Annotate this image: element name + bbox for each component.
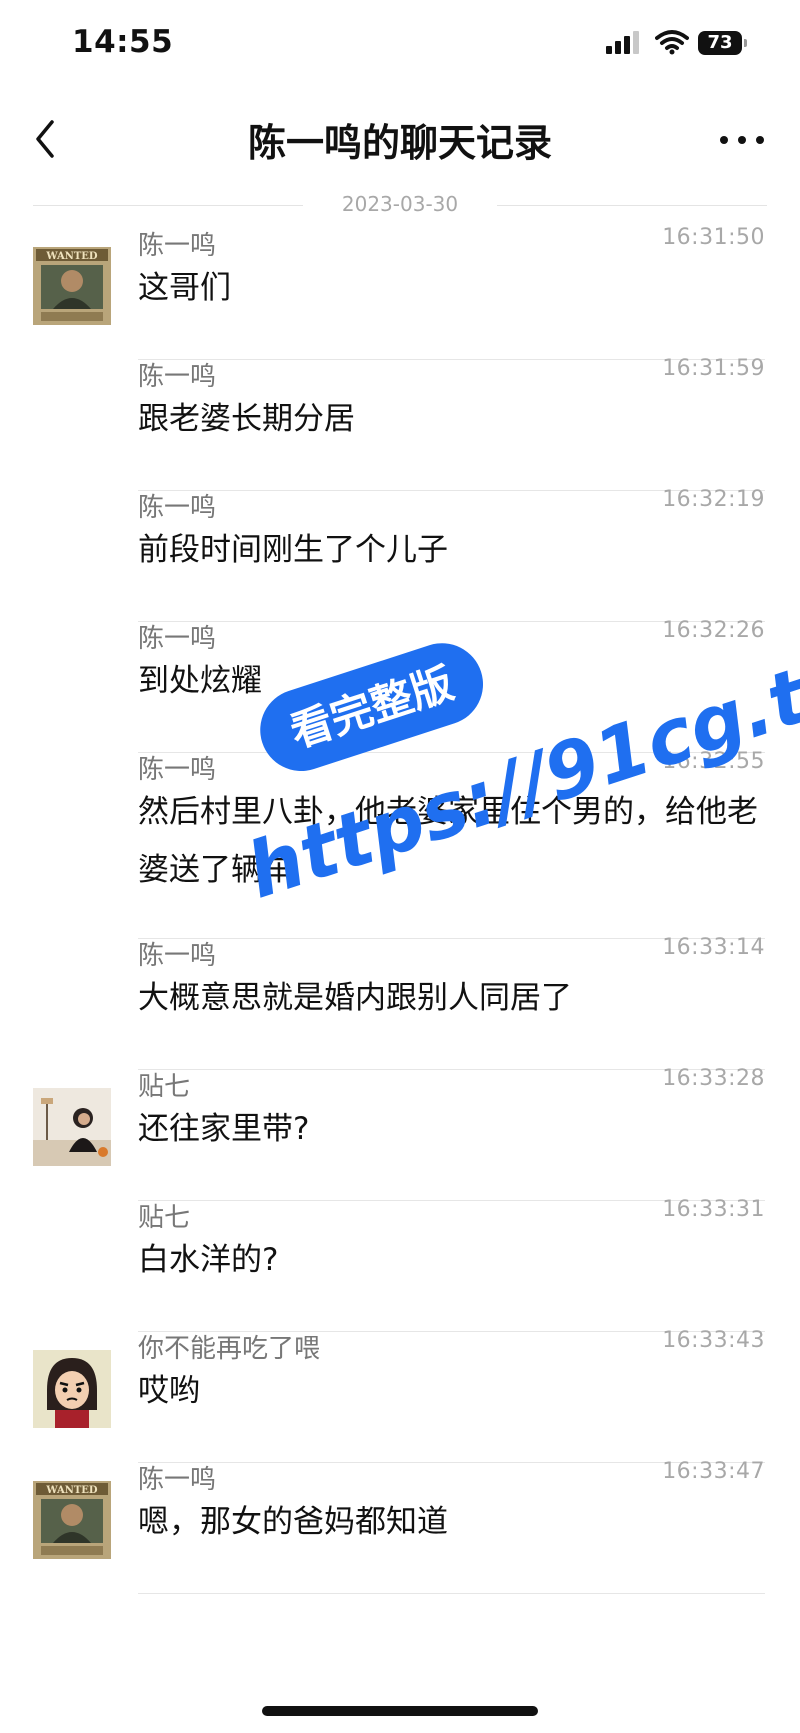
message-time: 16:31:50 — [662, 225, 765, 250]
message-time: 16:32:19 — [662, 487, 765, 512]
battery-indicator: 73 — [698, 31, 748, 55]
message-text: 到处炫耀 — [138, 663, 262, 699]
battery-level: 73 — [698, 31, 742, 55]
message-divider — [138, 1593, 765, 1594]
message-time: 16:33:28 — [662, 1066, 765, 1091]
message-item[interactable]: WANTED 陈一鸣 16:33:47 嗯，那女的爸妈都知道 — [0, 1459, 800, 1594]
sender-name: 陈一鸣 — [138, 755, 217, 785]
message-text: 这哥们 — [138, 270, 231, 306]
message-text: 大概意思就是婚内跟别人同居了 — [138, 980, 572, 1016]
wanted-poster-avatar[interactable]: WANTED — [33, 247, 111, 325]
message-item[interactable]: 陈一鸣 16:31:59 跟老婆长期分居 — [0, 356, 800, 491]
message-item[interactable]: 陈一鸣 16:32:26 到处炫耀 — [0, 618, 800, 753]
sender-name: 陈一鸣 — [138, 493, 217, 523]
message-text: 前段时间刚生了个儿子 — [138, 532, 448, 568]
status-bar: 14:55 73 — [0, 0, 800, 92]
more-options-icon[interactable] — [718, 134, 766, 146]
message-time: 16:32:55 — [662, 749, 765, 774]
message-time: 16:31:59 — [662, 356, 765, 381]
status-time: 14:55 — [72, 24, 174, 60]
message-time: 16:33:31 — [662, 1197, 765, 1222]
sender-name: 陈一鸣 — [138, 362, 217, 392]
message-text: 嗯，那女的爸妈都知道 — [138, 1504, 448, 1540]
message-time: 16:33:43 — [662, 1328, 765, 1353]
sender-name: 陈一鸣 — [138, 231, 217, 261]
message-item[interactable]: 贴七 16:33:31 白水洋的? — [0, 1197, 800, 1332]
battery-tip — [744, 39, 747, 47]
message-text: 然后村里八卦，他老婆家里住个男的，给他老婆送了辆车 — [138, 794, 758, 888]
cartoon-character-avatar[interactable] — [33, 1350, 111, 1428]
message-text: 跟老婆长期分居 — [138, 401, 355, 437]
sender-name: 贴七 — [138, 1203, 191, 1233]
date-separator: 2023-03-30 — [0, 190, 800, 220]
message-item[interactable]: 贴七 16:33:28 还往家里带? — [0, 1066, 800, 1201]
message-item[interactable]: 你不能再吃了喂 16:33:43 哎哟 — [0, 1328, 800, 1463]
date-label: 2023-03-30 — [341, 192, 459, 216]
page-title: 陈一鸣的聊天记录 — [247, 121, 552, 165]
sender-name: 贴七 — [138, 1072, 191, 1102]
wanted-poster-avatar[interactable]: WANTED — [33, 1481, 111, 1559]
message-item[interactable]: 陈一鸣 16:32:55 然后村里八卦，他老婆家里住个男的，给他老婆送了辆车 — [0, 749, 800, 939]
message-text: 白水洋的? — [138, 1242, 279, 1278]
navigation-bar: 陈一鸣的聊天记录 — [0, 92, 800, 192]
date-line-right — [497, 205, 767, 206]
home-indicator[interactable] — [262, 1706, 538, 1716]
wifi-icon — [655, 30, 689, 55]
message-text: 还往家里带? — [138, 1111, 310, 1147]
message-item[interactable]: WANTED 陈一鸣 16:31:50 这哥们 — [0, 225, 800, 360]
sender-name: 陈一鸣 — [138, 624, 217, 654]
sender-name: 陈一鸣 — [138, 1465, 217, 1495]
message-time: 16:33:47 — [662, 1459, 765, 1484]
sender-name: 你不能再吃了喂 — [138, 1334, 321, 1364]
message-time: 16:33:14 — [662, 935, 765, 960]
sender-name: 陈一鸣 — [138, 941, 217, 971]
svg-text:WANTED: WANTED — [45, 1485, 98, 1496]
cellular-signal-icon — [606, 31, 639, 54]
message-item[interactable]: 陈一鸣 16:33:14 大概意思就是婚内跟别人同居了 — [0, 935, 800, 1070]
message-item[interactable]: 陈一鸣 16:32:19 前段时间刚生了个儿子 — [0, 487, 800, 622]
message-text: 哎哟 — [138, 1373, 200, 1409]
woman-photo-avatar[interactable] — [33, 1088, 111, 1166]
message-time: 16:32:26 — [662, 618, 765, 643]
svg-text:WANTED: WANTED — [45, 251, 98, 262]
